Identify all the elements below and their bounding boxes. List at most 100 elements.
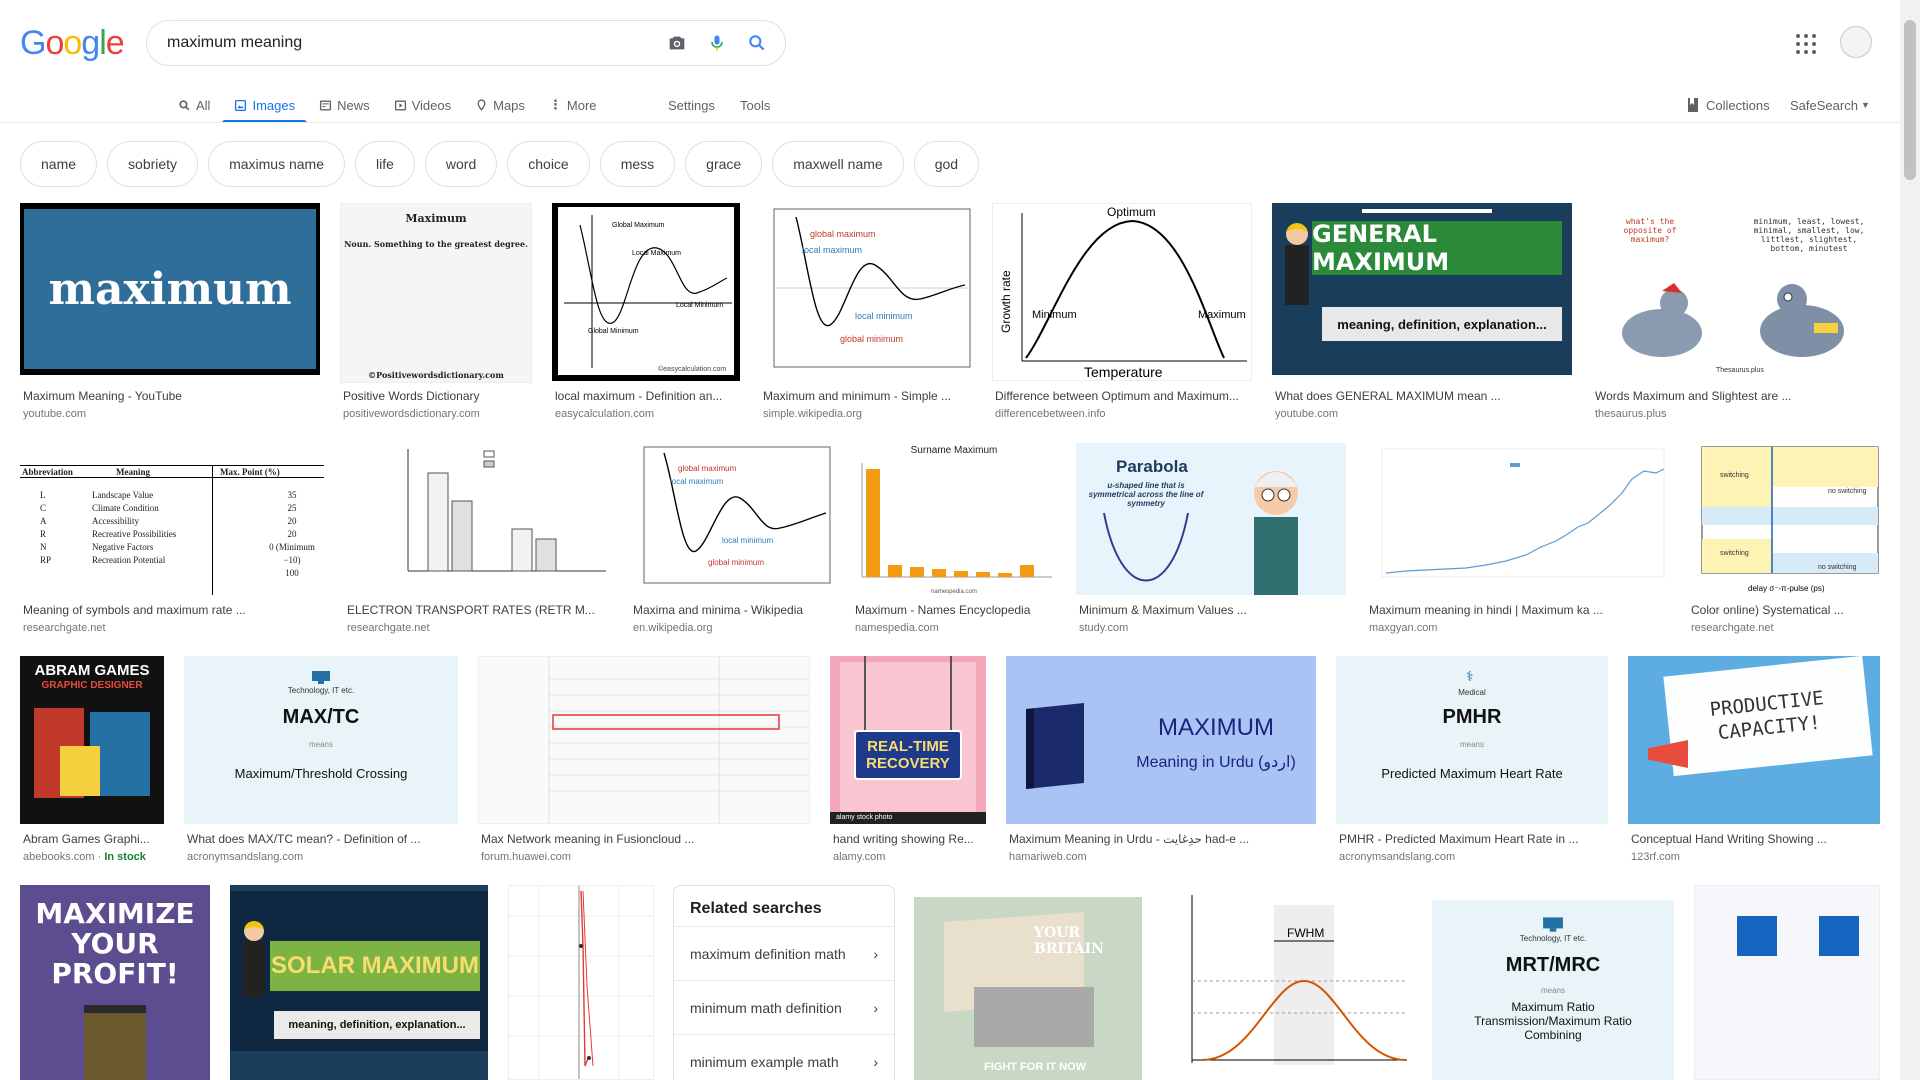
image-result[interactable]: Global Maximum Local Maximum Local Minim…: [552, 203, 740, 425]
chip[interactable]: word: [424, 141, 498, 187]
label: Minimum: [1032, 309, 1077, 321]
related-item[interactable]: minimum math definition ›: [674, 980, 894, 1034]
tab-news[interactable]: News: [307, 88, 382, 122]
result-thumbnail[interactable]: [1366, 443, 1668, 595]
related-item[interactable]: minimum example math ›: [674, 1034, 894, 1080]
result-thumbnail[interactable]: FWHM: [1162, 885, 1412, 1080]
result-thumbnail[interactable]: Optimum Minimum Maximum Temperature Grow…: [992, 203, 1252, 381]
image-result[interactable]: MAXIMUM Meaning in Urdu (اردو) Maximum M…: [1006, 656, 1316, 868]
cartoon-person: [1280, 223, 1314, 353]
tools-link[interactable]: Tools: [740, 88, 770, 122]
result-thumbnail[interactable]: Abbreviation Meaning Max. Point (%) L C …: [20, 443, 324, 595]
image-result[interactable]: Optimum Minimum Maximum Temperature Grow…: [992, 203, 1252, 425]
result-thumbnail[interactable]: ⚕ Medical PMHR means Predicted Maximum H…: [1336, 656, 1608, 824]
chip[interactable]: god: [913, 141, 980, 187]
image-result[interactable]: GENERAL MAXIMUM meaning, definition, exp…: [1272, 203, 1572, 425]
image-result[interactable]: SOLAR MAXIMUM meaning, definition, expla…: [230, 885, 488, 1080]
result-thumbnail[interactable]: PRODUCTIVE CAPACITY!: [1628, 656, 1880, 824]
image-result[interactable]: Abbreviation Meaning Max. Point (%) L C …: [20, 443, 324, 639]
result-thumbnail[interactable]: YOUR BRITAIN FIGHT FOR IT NOW: [914, 897, 1142, 1080]
result-thumbnail[interactable]: [478, 656, 810, 824]
image-result[interactable]: maximum Maximum Meaning - YouTube youtub…: [20, 203, 320, 425]
image-result[interactable]: Technology, IT etc. MAX/TC means Maximum…: [184, 656, 458, 868]
image-result[interactable]: Surname Maximum namespedia.com Maximum -…: [852, 443, 1056, 639]
image-result[interactable]: global maximum local maximum local minim…: [630, 443, 832, 639]
chip[interactable]: grace: [685, 141, 763, 187]
result-thumbnail[interactable]: Global Maximum Local Maximum Local Minim…: [552, 203, 740, 381]
result-thumbnail[interactable]: Maximum Noun. Something to the greatest …: [340, 203, 532, 383]
image-result[interactable]: global maximum local maximum local minim…: [760, 203, 972, 425]
result-thumbnail[interactable]: Technology, IT etc. MAX/TC means Maximum…: [184, 656, 458, 824]
image-result[interactable]: FWHM: [1162, 885, 1412, 1080]
scrollbar-thumb[interactable]: [1904, 20, 1916, 180]
result-thumbnail[interactable]: Parabola u-shaped line that is symmetric…: [1076, 443, 1346, 595]
result-thumbnail[interactable]: [344, 443, 610, 595]
image-result[interactable]: Maximum Noun. Something to the greatest …: [340, 203, 532, 425]
image-result[interactable]: [1694, 885, 1880, 1080]
search-icon[interactable]: [737, 23, 777, 63]
camera-icon[interactable]: [657, 23, 697, 63]
chip[interactable]: life: [354, 141, 415, 187]
result-thumbnail[interactable]: global maximum local maximum local minim…: [760, 203, 972, 381]
related-item[interactable]: maximum definition math ›: [674, 926, 894, 980]
safesearch-menu[interactable]: SafeSearch ▼: [1790, 88, 1870, 122]
chip[interactable]: maximus name: [208, 141, 345, 187]
result-thumbnail[interactable]: Technology, IT etc. MRT/MRC means Maximu…: [1432, 900, 1674, 1080]
chip[interactable]: choice: [507, 141, 590, 187]
table-image: [548, 657, 809, 823]
result-caption: What does MAX/TC mean? - Definition of .…: [187, 832, 421, 846]
thumb-title: MRT/MRC: [1505, 954, 1601, 976]
image-result[interactable]: ⚕ Medical PMHR means Predicted Maximum H…: [1336, 656, 1608, 868]
image-result[interactable]: PRODUCTIVE CAPACITY! Conceptual Hand Wri…: [1628, 656, 1880, 868]
image-result[interactable]: MAXIMIZE YOUR PROFIT!: [20, 885, 210, 1080]
chip[interactable]: name: [20, 141, 98, 187]
result-thumbnail[interactable]: switching no switching switching no swit…: [1688, 443, 1880, 595]
image-result[interactable]: Maximum meaning in hindi | Maximum ka ..…: [1366, 443, 1668, 639]
tab-images[interactable]: Images: [222, 88, 307, 123]
result-thumbnail[interactable]: Surname Maximum namespedia.com: [852, 443, 1056, 595]
image-result[interactable]: ELECTRON TRANSPORT RATES (RETR M... rese…: [344, 443, 610, 639]
pigeon-illustration: [1622, 283, 1844, 357]
image-result[interactable]: Technology, IT etc. MRT/MRC means Maximu…: [1432, 900, 1674, 1080]
chip[interactable]: sobriety: [107, 141, 199, 187]
search-input[interactable]: [167, 34, 657, 52]
image-result[interactable]: Parabola u-shaped line that is symmetric…: [1076, 443, 1346, 639]
result-thumbnail[interactable]: MAXIMIZE YOUR PROFIT!: [20, 885, 210, 1080]
result-thumbnail[interactable]: global maximum local maximum local minim…: [630, 443, 832, 595]
tab-all[interactable]: All: [166, 88, 222, 122]
result-thumbnail[interactable]: what's the opposite of maximum? minimum,…: [1592, 203, 1880, 381]
table-cell: Recreative Possibilities: [92, 529, 177, 539]
image-result[interactable]: ABRAM GAMES GRAPHIC DESIGNER Abram Games…: [20, 656, 164, 868]
result-thumbnail[interactable]: SOLAR MAXIMUM meaning, definition, expla…: [230, 885, 488, 1080]
image-result[interactable]: [508, 885, 654, 1080]
result-caption: Difference between Optimum and Maximum..…: [995, 389, 1239, 403]
chevron-right-icon: ›: [873, 999, 878, 1016]
result-thumbnail[interactable]: [1694, 885, 1880, 1080]
result-thumbnail[interactable]: REAL-TIME RECOVERY alamy stock photo: [830, 656, 986, 824]
image-result[interactable]: YOUR BRITAIN FIGHT FOR IT NOW: [914, 897, 1142, 1080]
page-scrollbar[interactable]: [1900, 0, 1920, 1080]
tab-videos[interactable]: Videos: [382, 88, 464, 122]
google-logo[interactable]: Google: [20, 24, 125, 63]
result-thumbnail[interactable]: MAXIMUM Meaning in Urdu (اردو): [1006, 656, 1316, 824]
avatar[interactable]: [1840, 26, 1872, 58]
chip[interactable]: mess: [599, 141, 676, 187]
tab-maps[interactable]: Maps: [463, 88, 537, 122]
result-thumbnail[interactable]: maximum: [20, 203, 320, 375]
result-thumbnail[interactable]: GENERAL MAXIMUM meaning, definition, exp…: [1272, 203, 1572, 375]
image-result[interactable]: REAL-TIME RECOVERY alamy stock photo han…: [830, 656, 986, 868]
image-result[interactable]: what's the opposite of maximum? minimum,…: [1592, 203, 1880, 425]
table-cell: 35: [287, 490, 297, 500]
thumb-category: Medical: [1458, 688, 1486, 697]
tab-more[interactable]: ⋮ More: [537, 88, 609, 122]
result-thumbnail[interactable]: [508, 885, 654, 1080]
mic-icon[interactable]: [697, 23, 737, 63]
result-thumbnail[interactable]: ABRAM GAMES GRAPHIC DESIGNER: [20, 656, 164, 824]
collections-link[interactable]: Collections: [1686, 88, 1770, 122]
image-result[interactable]: switching no switching switching no swit…: [1688, 443, 1880, 639]
result-caption: Conceptual Hand Writing Showing ...: [1631, 832, 1827, 846]
chip[interactable]: maxwell name: [772, 141, 904, 187]
settings-link[interactable]: Settings: [668, 88, 715, 122]
image-result[interactable]: Max Network meaning in Fusioncloud ... f…: [478, 656, 810, 868]
apps-grid-icon[interactable]: [1794, 32, 1818, 56]
